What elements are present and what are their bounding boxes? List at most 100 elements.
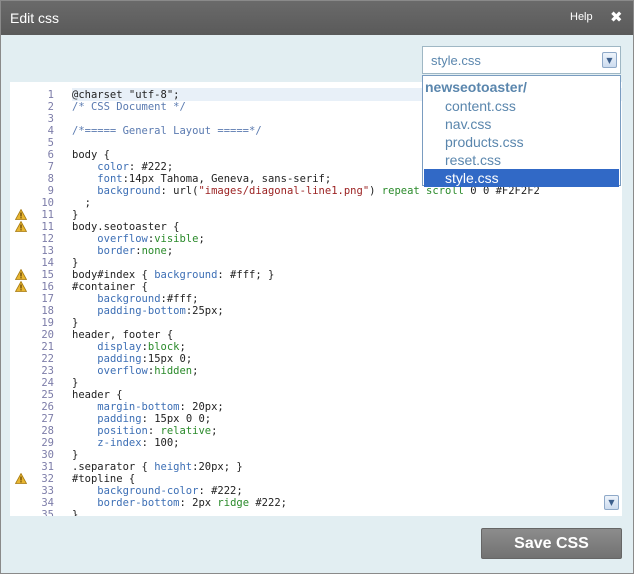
line-number: 18	[41, 305, 54, 317]
file-option-products[interactable]: products.css	[424, 133, 619, 151]
file-option-reset[interactable]: reset.css	[424, 151, 619, 169]
line-number: 25	[41, 389, 54, 401]
code-line[interactable]: 32 #topline {	[10, 472, 622, 485]
code-line[interactable]: 26 margin-bottom: 20px;	[10, 401, 622, 413]
code-text: @charset "utf-8";	[72, 89, 179, 101]
code-token: "images/diagonal-line1.png"	[198, 185, 370, 197]
code-line[interactable]: 22 padding:15px 0;	[10, 353, 622, 365]
code-text: header, footer {	[72, 329, 173, 341]
code-token: margin-bottom	[97, 401, 180, 413]
file-select[interactable]: style.css ▼	[422, 46, 621, 74]
code-line[interactable]: 12 overflow:visible;	[10, 233, 622, 245]
code-line[interactable]: 21 display:block;	[10, 341, 622, 353]
code-text: body.seotoaster {	[72, 221, 179, 233]
code-line[interactable]: 11}	[10, 208, 622, 221]
code-token: : 20px;	[179, 401, 224, 413]
line-number: 33	[41, 485, 54, 497]
code-line[interactable]: 35}	[10, 509, 622, 516]
code-token: ;	[192, 365, 199, 377]
code-line[interactable]: 30}	[10, 449, 622, 461]
code-token: background	[97, 293, 161, 305]
save-css-button[interactable]: Save CSS	[481, 528, 622, 559]
code-line[interactable]: 18 padding-bottom:25px;	[10, 305, 622, 317]
line-number: 7	[47, 161, 54, 173]
code-token: z-index	[97, 437, 142, 449]
line-number: 15	[41, 269, 54, 281]
code-line[interactable]: 33 background-color: #222;	[10, 485, 622, 497]
code-text: overflow:hidden;	[72, 365, 198, 377]
line-number: 27	[41, 413, 54, 425]
code-line[interactable]: 10 ;	[10, 197, 622, 209]
code-text: header {	[72, 389, 123, 401]
code-line[interactable]: 14}	[10, 257, 622, 269]
code-line[interactable]: 34 border-bottom: 2px ridge #222;	[10, 497, 622, 509]
code-line[interactable]: 25 header {	[10, 389, 622, 401]
title-bar: Edit css Help ✖	[1, 1, 633, 35]
line-number: 2	[47, 101, 54, 113]
code-token: ;	[166, 245, 174, 257]
line-number: 9	[47, 185, 54, 197]
line-number: 5	[47, 137, 54, 149]
close-icon[interactable]: ✖	[610, 9, 623, 25]
code-line[interactable]: 15 body#index { background: #fff; }	[10, 268, 622, 281]
code-token: : #fff; }	[217, 269, 275, 281]
code-token: font	[97, 173, 123, 185]
code-text: #topline {	[72, 473, 135, 485]
scroll-down-button[interactable]: ▼	[604, 495, 619, 510]
code-text: ;	[72, 197, 91, 209]
code-token: ridge	[217, 497, 250, 509]
code-token: : #222;	[128, 161, 174, 173]
code-token: }	[72, 509, 79, 516]
line-number: 23	[41, 365, 54, 377]
code-text: }	[72, 509, 78, 516]
code-text: }	[72, 209, 78, 221]
line-number: 13	[41, 245, 54, 257]
file-dropdown-list: newseotoaster/ content.css nav.css produ…	[422, 75, 621, 187]
code-line[interactable]: 29 z-index: 100;	[10, 437, 622, 449]
code-text: body#index { background: #fff; }	[72, 269, 274, 281]
line-number: 35	[41, 509, 54, 516]
code-line[interactable]: 27 padding: 15px 0 0;	[10, 413, 622, 425]
code-token: body.seotoaster {	[72, 221, 180, 233]
code-token: :20px; }	[192, 461, 243, 473]
code-line[interactable]: 13 border:none;	[10, 245, 622, 257]
file-option-content[interactable]: content.css	[424, 97, 619, 115]
code-token: header, footer {	[72, 329, 174, 341]
code-token: /* CSS Document */	[72, 101, 186, 113]
code-text: }	[72, 377, 78, 389]
code-line[interactable]: 24}	[10, 377, 622, 389]
code-token: }	[72, 209, 79, 221]
code-line[interactable]: 20 header, footer {	[10, 329, 622, 341]
code-line[interactable]: 23 overflow:hidden;	[10, 365, 622, 377]
code-text: }	[72, 449, 78, 461]
line-number: 1	[47, 89, 54, 101]
code-line[interactable]: 28 position: relative;	[10, 425, 622, 437]
chevron-down-icon[interactable]: ▼	[602, 52, 617, 68]
code-token: }	[72, 449, 79, 461]
code-token: ;	[72, 197, 91, 209]
code-token: background	[97, 185, 161, 197]
code-line[interactable]: 11 body.seotoaster {	[10, 220, 622, 233]
code-line[interactable]: 17 background:#fff;	[10, 293, 622, 305]
code-line[interactable]: 19}	[10, 317, 622, 329]
code-line[interactable]: 16 #container {	[10, 280, 622, 293]
code-token: overflow	[97, 233, 148, 245]
code-token: background	[154, 269, 218, 281]
code-token: display	[97, 341, 142, 353]
line-number: 26	[41, 401, 54, 413]
code-token: :15px 0;	[141, 353, 193, 365]
folder-group-label: newseotoaster/	[425, 79, 527, 95]
help-link[interactable]: Help	[570, 11, 593, 23]
file-option-nav[interactable]: nav.css	[424, 115, 619, 133]
file-option-style[interactable]: style.css	[424, 169, 619, 187]
code-line[interactable]: 31 .separator { height:20px; }	[10, 461, 622, 473]
code-text: display:block;	[72, 341, 186, 353]
